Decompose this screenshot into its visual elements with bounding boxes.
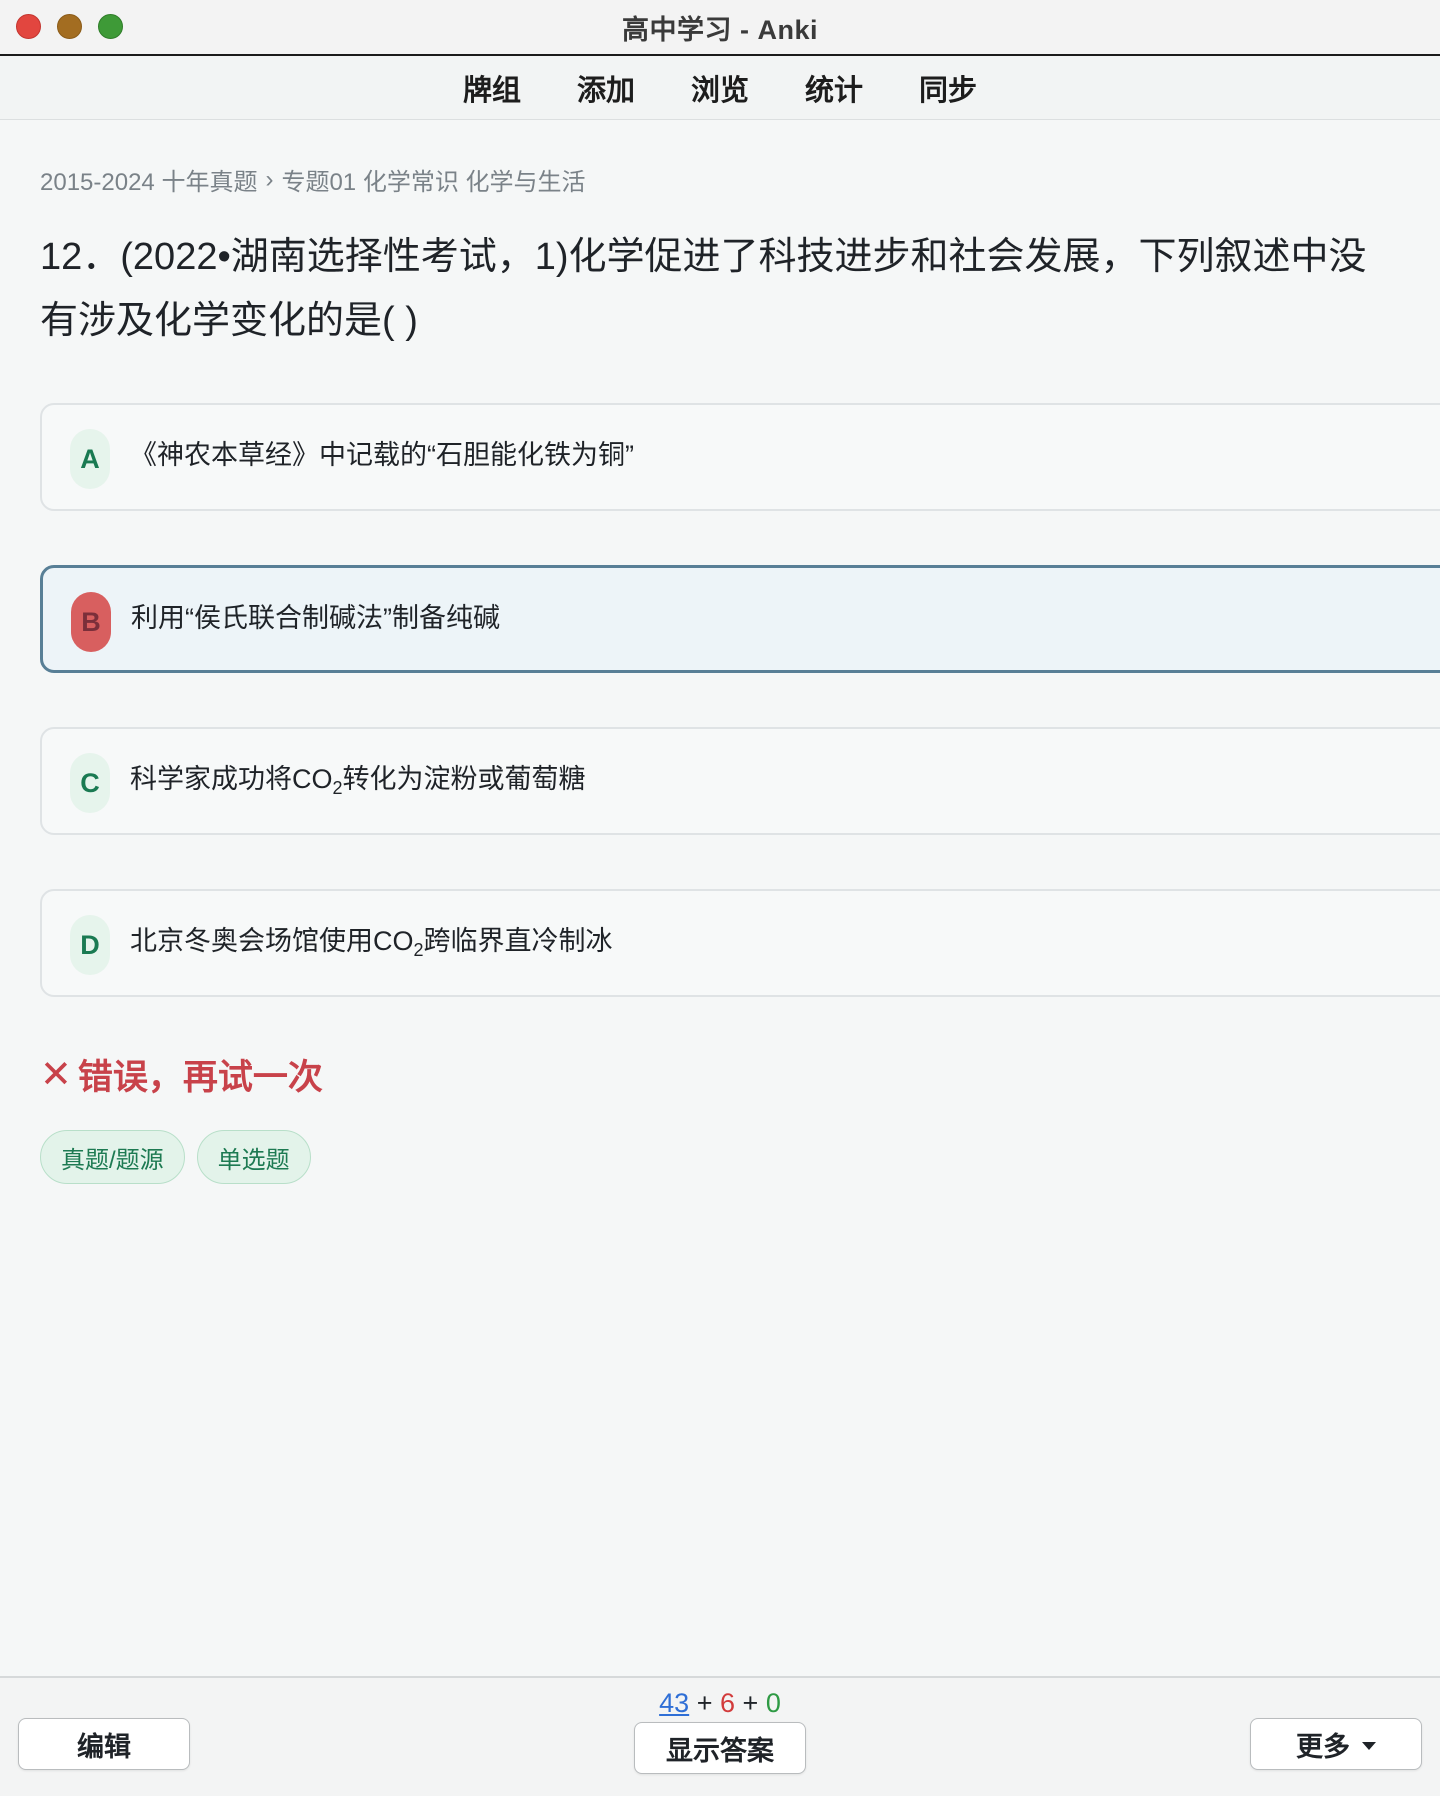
feedback-text: 错误，再试一次 [77,1058,323,1097]
option-d-text-after: 跨临界直冷制冰 [423,926,613,956]
count-plus: + [696,1688,713,1718]
cross-icon: ✕ [40,1054,72,1096]
edit-button[interactable]: 编辑 [18,1718,190,1770]
nav-sync[interactable]: 同步 [919,67,977,109]
card-content: 2015-2024 十年真题 › 专题01 化学常识 化学与生活 12．(202… [40,120,1440,1184]
breadcrumb: 2015-2024 十年真题 › 专题01 化学常识 化学与生活 [40,162,1440,197]
option-c-text-after: 转化为淀粉或葡萄糖 [342,764,586,794]
option-c[interactable]: C 科学家成功将CO2转化为淀粉或葡萄糖 [40,727,1440,835]
close-window-button[interactable] [16,14,41,39]
option-c-text-before: 科学家成功将CO [130,764,333,794]
option-a-text: 《神农本草经》中记载的“石胆能化铁为铜” [130,440,634,470]
tag-list: 真题/题源 单选题 [40,1130,1440,1184]
due-counts: 43 + 6 + 0 [0,1688,1440,1719]
dropdown-caret-icon [1362,1742,1376,1750]
more-label: 更多 [1296,1731,1350,1762]
nav-decks[interactable]: 牌组 [463,67,521,109]
title-bar: 高中学习 - Anki [0,0,1440,56]
breadcrumb-subdeck: 专题01 化学常识 化学与生活 [281,169,586,196]
review-count: 0 [765,1688,781,1718]
option-a[interactable]: A 《神农本草经》中记载的“石胆能化铁为铜” [40,403,1440,511]
answer-feedback: ✕ 错误，再试一次 [40,1049,1440,1100]
option-d-text: 北京冬奥会场馆使用CO2跨临界直冷制冰 [130,919,613,961]
option-d[interactable]: D 北京冬奥会场馆使用CO2跨临界直冷制冰 [40,889,1440,997]
option-a-letter: A [70,429,110,489]
breadcrumb-separator: › [265,165,274,193]
window-title: 高中学习 - Anki [621,14,818,45]
question-text: 12．(2022•湖南选择性考试，1)化学促进了科技进步和社会发展，下列叙述中没… [40,236,1367,342]
learn-count: 6 [719,1688,736,1718]
nav-browse[interactable]: 浏览 [691,67,749,109]
bottom-bar: 43 + 6 + 0 编辑 显示答案 更多 [0,1676,1440,1796]
tag-source[interactable]: 真题/题源 [40,1130,185,1184]
option-c-subscript: 2 [332,778,343,798]
tag-single-choice[interactable]: 单选题 [196,1130,311,1184]
count-plus: + [742,1688,759,1718]
nav-stats[interactable]: 统计 [805,67,863,109]
minimize-window-button[interactable] [57,14,82,39]
new-count[interactable]: 43 [659,1688,689,1718]
show-answer-button[interactable]: 显示答案 [634,1722,806,1774]
option-b[interactable]: B 利用“侯氏联合制碱法”制备纯碱 [40,565,1440,673]
options-list: A 《神农本草经》中记载的“石胆能化铁为铜” B 利用“侯氏联合制碱法”制备纯碱… [40,403,1440,997]
zoom-window-button[interactable] [98,14,123,39]
window-controls [16,14,123,39]
option-d-letter: D [70,915,110,975]
option-d-subscript: 2 [413,940,424,960]
option-d-text-before: 北京冬奥会场馆使用CO [130,926,414,956]
option-b-letter: B [71,592,111,652]
breadcrumb-deck: 2015-2024 十年真题 [40,169,258,196]
more-button[interactable]: 更多 [1250,1718,1422,1770]
nav-add[interactable]: 添加 [577,67,635,109]
option-b-text: 利用“侯氏联合制碱法”制备纯碱 [131,603,500,633]
option-c-letter: C [70,753,110,813]
option-c-text: 科学家成功将CO2转化为淀粉或葡萄糖 [130,757,586,799]
top-menu: 牌组 添加 浏览 统计 同步 [0,56,1440,120]
